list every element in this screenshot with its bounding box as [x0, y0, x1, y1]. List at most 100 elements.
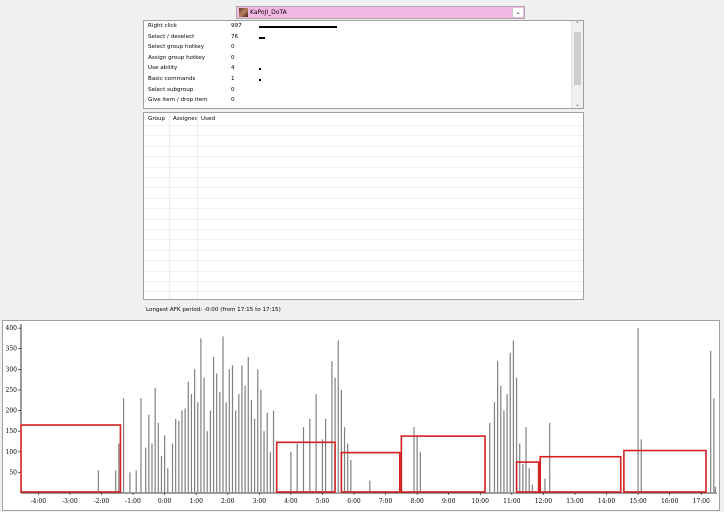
apm-bar: [222, 336, 224, 493]
action-label: Select group hotkey: [148, 44, 205, 51]
apm-bar: [140, 398, 142, 493]
apm-bar: [203, 377, 205, 493]
apm-bar: [228, 369, 230, 493]
actions-scrollbar[interactable]: ⌃ ⌄: [571, 21, 583, 108]
apm-bar: [206, 431, 208, 493]
action-label: Basic commands: [148, 76, 196, 82]
action-bar: [259, 26, 337, 28]
x-tick-label: 13:00: [566, 498, 583, 505]
apm-bar: [509, 352, 511, 493]
apm-bar: [181, 410, 183, 493]
apm-bar: [253, 418, 256, 493]
apm-bar: [175, 418, 177, 493]
action-bar: [259, 79, 261, 81]
player-select-dropdown[interactable]: KaPoJI_DoTA ⌄: [236, 6, 525, 19]
action-count: 0: [231, 44, 235, 51]
apm-bar: [238, 394, 240, 493]
apm-bar: [257, 369, 259, 493]
table-row-line: [144, 197, 583, 199]
column-header-used[interactable]: Used: [201, 116, 215, 122]
apm-bar: [493, 402, 496, 493]
table-row-line: [144, 166, 583, 168]
x-tick-label: 1:00: [189, 498, 203, 505]
apm-bar: [157, 422, 159, 493]
action-row[interactable]: Select group hotkey 0: [148, 43, 568, 53]
x-tick-label: 7:00: [379, 498, 393, 505]
x-tick-label: 15:00: [629, 498, 646, 505]
apm-bar: [250, 400, 253, 493]
apm-bar: [321, 439, 324, 493]
apm-bar: [302, 427, 305, 493]
action-row[interactable]: Give item / drop item 0: [148, 96, 568, 106]
apm-bar: [164, 435, 166, 493]
x-tick-label: 14:00: [598, 498, 615, 505]
scrollbar-thumb[interactable]: [574, 32, 581, 85]
y-tick-label: 300: [6, 366, 18, 373]
y-tick-label: 350: [6, 346, 18, 353]
action-row[interactable]: Select subgroup 0: [148, 86, 568, 96]
apm-bar: [544, 478, 546, 493]
apm-bar: [269, 451, 271, 493]
scroll-down-icon[interactable]: ⌄: [572, 101, 583, 108]
apm-bar: [519, 443, 521, 493]
apm-bar: [151, 443, 153, 493]
x-tick-label: 11:00: [503, 498, 520, 505]
table-row-line: [144, 249, 583, 251]
afk-period-box: [340, 451, 401, 493]
apm-bar: [197, 402, 199, 493]
table-header: Group Assigned Used: [144, 113, 583, 125]
action-bar: [259, 36, 265, 39]
chevron-down-icon[interactable]: ⌄: [512, 8, 523, 17]
apm-bar: [549, 422, 551, 493]
table-row-line: [144, 291, 583, 293]
apm-bar: [200, 338, 202, 493]
apm-bar: [506, 394, 508, 493]
y-tick-label: 150: [6, 428, 18, 435]
action-label: Select subgroup: [148, 86, 194, 93]
y-tick-label: 400: [6, 325, 18, 332]
action-count: 76: [231, 33, 239, 40]
apm-bar: [343, 427, 346, 493]
action-count: 0: [231, 54, 235, 61]
apm-bar: [247, 356, 249, 493]
table-row-line: [144, 281, 583, 282]
apm-bar: [167, 468, 169, 493]
action-count: 997: [231, 23, 242, 29]
action-row[interactable]: Basic commands 1: [148, 75, 568, 85]
column-header-assigned[interactable]: Assigned: [173, 116, 198, 122]
actions-list[interactable]: Right click 997 Select / deselect 76 Select …: [143, 20, 584, 109]
action-row[interactable]: Select / deselect 76: [148, 33, 568, 43]
apm-bar: [416, 435, 418, 493]
apm-bar: [235, 410, 237, 493]
hotkey-group-table[interactable]: Group Assigned Used: [143, 112, 584, 300]
action-row[interactable]: Assign group hotkey 0: [148, 54, 568, 64]
x-tick-label: 0:00: [158, 498, 172, 505]
apm-bar: [347, 443, 349, 493]
table-row-line: [144, 208, 583, 210]
apm-bar: [272, 410, 275, 493]
afk-period-box: [275, 441, 336, 493]
action-row[interactable]: Right click 997: [148, 22, 568, 32]
apm-bar: [190, 394, 193, 493]
apm-bar: [497, 361, 499, 493]
apm-bar: [266, 412, 268, 493]
apm-bar: [160, 455, 163, 493]
apm-bar: [296, 443, 298, 493]
table-row-line: [144, 135, 583, 137]
apm-bar: [369, 480, 371, 493]
x-tick-label: 9:00: [442, 498, 456, 505]
apm-bar: [260, 389, 262, 493]
action-label: Assign group hotkey: [148, 54, 206, 61]
apm-bar: [194, 369, 196, 493]
column-header-group[interactable]: Group: [148, 116, 165, 122]
apm-bar: [154, 387, 156, 493]
action-label: Use ability: [148, 65, 178, 72]
apm-bar: [489, 422, 491, 493]
scroll-up-icon[interactable]: ⌃: [572, 21, 583, 28]
apm-bar: [225, 402, 227, 493]
action-row[interactable]: Use ability 4: [148, 64, 568, 74]
x-tick-label: -2:00: [94, 498, 110, 505]
apm-bar: [710, 350, 712, 493]
x-tick-label: 10:00: [472, 498, 489, 505]
apm-bar: [171, 443, 174, 493]
